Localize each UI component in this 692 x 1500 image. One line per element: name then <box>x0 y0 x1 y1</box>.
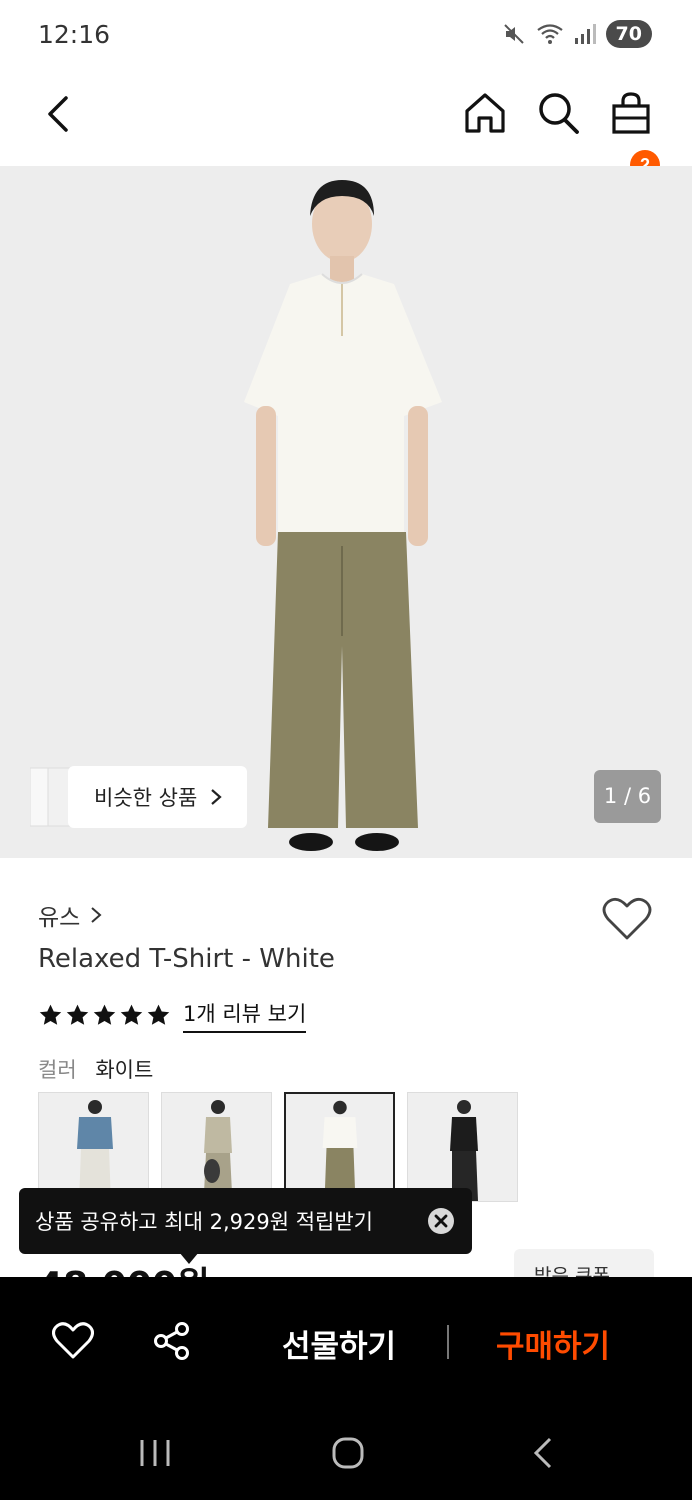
brand-name: 유스 <box>38 905 81 931</box>
color-label: 컬러 <box>38 1058 77 1082</box>
top-app-bar: 2 <box>0 70 692 180</box>
search-icon[interactable] <box>536 90 580 136</box>
star-icon <box>66 1004 89 1025</box>
product-photo <box>0 166 692 858</box>
tooltip-tail <box>179 1252 199 1264</box>
heart-icon[interactable] <box>52 1321 94 1361</box>
home-icon[interactable] <box>462 90 508 136</box>
wifi-icon <box>536 24 563 44</box>
divider <box>447 1325 449 1359</box>
color-swatch-white[interactable] <box>284 1092 395 1202</box>
swatch-image <box>408 1093 517 1201</box>
rating-stars <box>38 1003 171 1028</box>
heart-icon[interactable] <box>602 896 652 942</box>
swatch-image <box>39 1093 148 1201</box>
star-icon <box>93 1004 116 1025</box>
star-icon <box>39 1004 62 1025</box>
battery-indicator: 70 <box>605 20 652 48</box>
swatch-image <box>162 1093 271 1201</box>
shopping-bag-icon[interactable] <box>608 90 654 136</box>
back-arrow-icon[interactable] <box>38 92 78 136</box>
similar-products-button[interactable]: 비슷한 상품 <box>30 766 247 828</box>
color-row: 컬러 화이트 <box>38 1054 153 1084</box>
star-icon <box>147 1004 170 1025</box>
color-swatches <box>38 1092 518 1202</box>
star-icon <box>120 1004 143 1025</box>
bottom-action-bar: 선물하기 구매하기 <box>0 1277 692 1408</box>
share-reward-tooltip: 상품 공유하고 최대 2,929원 적립받기 <box>19 1188 472 1264</box>
back-nav-icon[interactable] <box>530 1436 556 1470</box>
signal-icon <box>574 24 596 44</box>
color-swatch-beige[interactable] <box>161 1092 272 1202</box>
recent-apps-icon[interactable] <box>138 1436 172 1470</box>
color-swatch-black[interactable] <box>407 1092 518 1202</box>
status-icons: 70 <box>502 20 652 48</box>
status-bar: 12:16 70 <box>0 0 692 70</box>
similar-products-label: 비슷한 상품 <box>94 786 198 810</box>
color-swatch-blue[interactable] <box>38 1092 149 1202</box>
chevron-right-icon <box>91 907 102 923</box>
status-time: 12:16 <box>38 20 111 49</box>
home-nav-icon[interactable] <box>331 1436 365 1470</box>
color-value: 화이트 <box>95 1058 154 1082</box>
rating-row: 1개 리뷰 보기 <box>38 998 307 1033</box>
image-page-counter: 1 / 6 <box>594 770 661 823</box>
system-nav-bar <box>0 1408 692 1500</box>
share-icon[interactable] <box>152 1321 192 1361</box>
swatch-image <box>286 1094 393 1200</box>
product-image-carousel[interactable]: 비슷한 상품 1 / 6 <box>0 166 692 858</box>
review-link[interactable]: 1개 리뷰 보기 <box>183 998 307 1033</box>
gift-button[interactable]: 선물하기 <box>282 1321 396 1366</box>
brand-link[interactable]: 유스 <box>38 898 104 932</box>
buy-button[interactable]: 구매하기 <box>496 1321 610 1366</box>
tooltip-text: 상품 공유하고 최대 2,929원 적립받기 <box>35 1210 373 1234</box>
mute-icon <box>503 24 524 44</box>
tooltip-close-button[interactable] <box>428 1208 454 1234</box>
chevron-right-icon <box>211 789 222 805</box>
product-title: Relaxed T-Shirt - White <box>38 944 335 974</box>
close-icon <box>434 1214 448 1228</box>
